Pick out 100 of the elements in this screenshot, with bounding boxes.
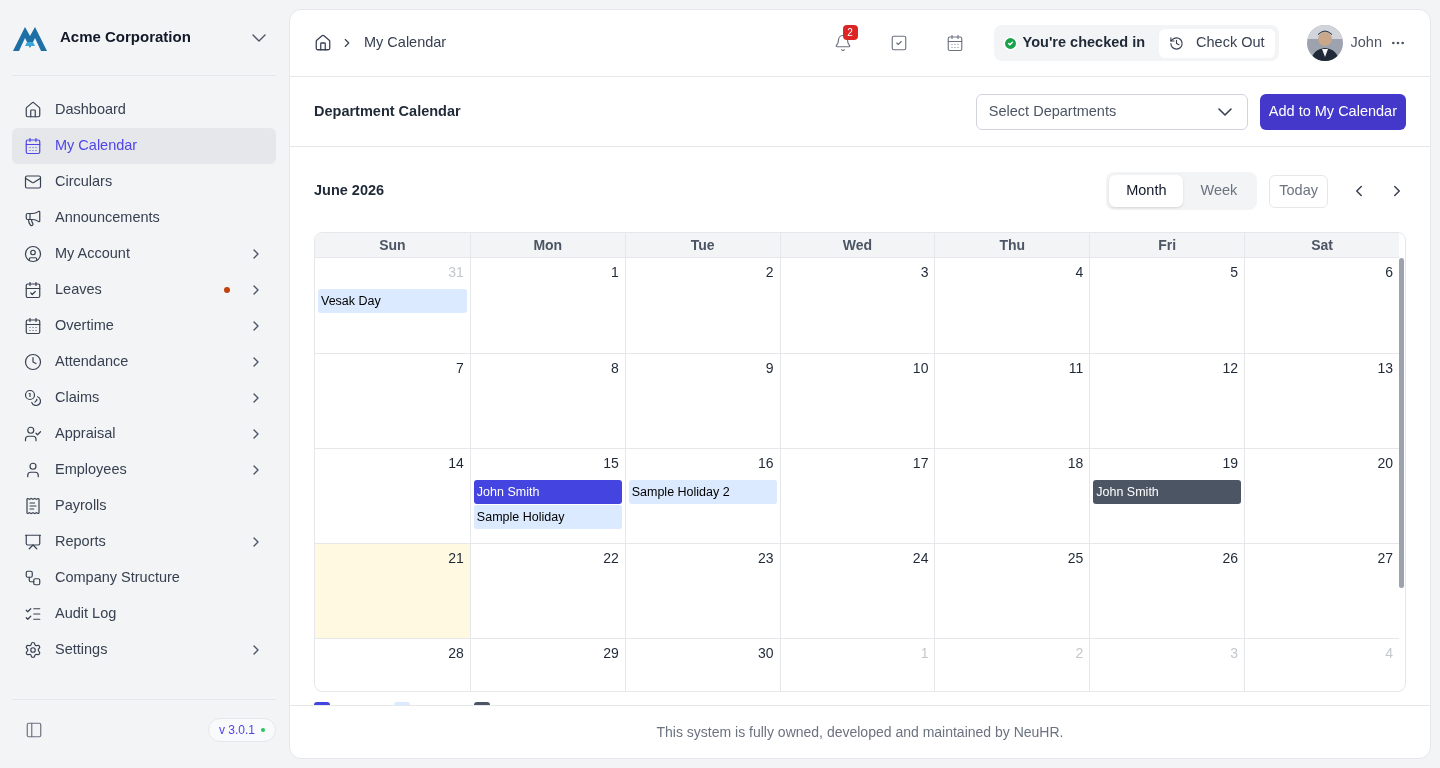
hierarchy-icon bbox=[24, 569, 42, 587]
day-number: 2 bbox=[765, 263, 775, 282]
sidebar-item[interactable]: Appraisal bbox=[12, 416, 276, 452]
today-button[interactable]: Today bbox=[1269, 174, 1328, 208]
day-cell[interactable]: 2 bbox=[624, 258, 780, 353]
sidebar-item[interactable]: Leaves bbox=[12, 272, 276, 308]
sidebar-item[interactable]: Settings bbox=[12, 632, 276, 668]
day-number: 29 bbox=[603, 644, 620, 663]
sidebar-item[interactable]: Dashboard bbox=[12, 92, 276, 128]
day-cell[interactable]: 22 bbox=[469, 544, 625, 638]
coin-icon bbox=[24, 389, 42, 407]
day-number: 31 bbox=[448, 263, 465, 282]
sidebar-item[interactable]: Claims bbox=[12, 380, 276, 416]
day-cell[interactable]: 30 bbox=[624, 639, 780, 691]
day-cell[interactable]: 24 bbox=[779, 544, 935, 638]
sidebar-item-label: My Calendar bbox=[55, 136, 138, 156]
day-cell[interactable]: 11 bbox=[934, 354, 1090, 448]
day-number: 14 bbox=[448, 454, 465, 473]
day-number: 27 bbox=[1377, 549, 1394, 568]
day-number: 15 bbox=[603, 454, 620, 473]
company-name: Acme Corporation bbox=[60, 27, 191, 48]
calendar-event[interactable]: Vesak Day bbox=[318, 289, 467, 313]
day-number: 3 bbox=[920, 263, 930, 282]
day-number: 13 bbox=[1377, 359, 1394, 378]
day-cell[interactable]: 7 bbox=[315, 354, 470, 448]
sidebar-item-label: Company Structure bbox=[55, 568, 180, 588]
sidebar-item[interactable]: Audit Log bbox=[12, 596, 276, 632]
day-cell[interactable]: 19 John Smith bbox=[1089, 449, 1245, 543]
sidebar-item-label: Announcements bbox=[55, 208, 160, 228]
task-icon[interactable] bbox=[889, 34, 908, 52]
sidebar-item[interactable]: My Account bbox=[12, 236, 276, 272]
day-cell[interactable]: 15 John Smith Sample Holiday bbox=[469, 449, 625, 543]
calendar-event[interactable]: John Smith bbox=[1093, 480, 1242, 504]
sidebar-item-label: Attendance bbox=[55, 352, 129, 372]
calendar-icon[interactable] bbox=[945, 34, 964, 52]
sidebar-item-label: Reports bbox=[55, 532, 106, 552]
day-number: 22 bbox=[603, 549, 620, 568]
chevron-down-icon bbox=[1217, 107, 1232, 116]
day-cell[interactable]: 16 Sample Holiday 2 bbox=[624, 449, 780, 543]
chevron-down-icon[interactable] bbox=[252, 33, 266, 42]
home-icon[interactable] bbox=[314, 34, 332, 52]
sidebar-item-label: Dashboard bbox=[55, 100, 126, 120]
sidebar-item[interactable]: My Calendar bbox=[12, 128, 276, 164]
version-badge: v 3.0.1 bbox=[207, 717, 276, 742]
calendar-event[interactable]: Sample Holiday 2 bbox=[628, 480, 777, 504]
department-select[interactable]: Select Departments bbox=[975, 93, 1248, 130]
weekday-header: Mon bbox=[469, 233, 625, 257]
user-icon bbox=[24, 461, 42, 479]
scrollbar-thumb[interactable] bbox=[1399, 258, 1404, 588]
view-tab[interactable]: Month bbox=[1109, 175, 1184, 207]
check-out-button[interactable]: Check Out bbox=[1159, 28, 1275, 58]
day-cell[interactable]: 26 bbox=[1089, 544, 1245, 638]
day-cell[interactable]: 18 bbox=[934, 449, 1090, 543]
weekday-header: Fri bbox=[1089, 233, 1245, 257]
weekday-header: Wed bbox=[779, 233, 935, 257]
footer-text: This system is fully owned, developed and maintained by NeuHR. bbox=[656, 722, 1064, 742]
sidebar-toggle-icon[interactable] bbox=[25, 720, 43, 739]
day-cell[interactable]: 1 bbox=[469, 258, 625, 353]
day-cell[interactable]: 23 bbox=[624, 544, 780, 638]
day-cell[interactable]: 14 bbox=[315, 449, 470, 543]
day-number: 3 bbox=[1230, 644, 1240, 663]
day-cell[interactable]: 10 bbox=[779, 354, 935, 448]
user-check-icon bbox=[24, 425, 42, 443]
day-cell[interactable]: 25 bbox=[934, 544, 1090, 638]
add-to-calendar-button[interactable]: Add to My Calendar bbox=[1259, 93, 1406, 130]
calendar-event[interactable]: John Smith bbox=[473, 480, 622, 504]
sidebar-item-label: Audit Log bbox=[55, 604, 117, 624]
day-cell[interactable]: 31 Vesak Day bbox=[315, 258, 470, 353]
sidebar-item[interactable]: Payrolls bbox=[12, 488, 276, 524]
day-cell[interactable]: 17 bbox=[779, 449, 935, 543]
day-cell[interactable]: 9 bbox=[624, 354, 780, 448]
sidebar-item[interactable]: Announcements bbox=[12, 200, 276, 236]
day-number: 4 bbox=[1385, 644, 1394, 663]
day-number: 24 bbox=[912, 549, 930, 568]
day-number: 1 bbox=[610, 263, 620, 282]
sidebar-item[interactable]: Attendance bbox=[12, 344, 276, 380]
sidebar-item-label: Employees bbox=[55, 460, 127, 480]
day-cell[interactable]: 5 bbox=[1089, 258, 1245, 353]
sidebar-item[interactable]: Overtime bbox=[12, 308, 276, 344]
day-cell[interactable]: 8 bbox=[469, 354, 625, 448]
view-tab[interactable]: Week bbox=[1183, 175, 1255, 207]
sidebar-item-label: Settings bbox=[55, 640, 108, 660]
sidebar-item[interactable]: Employees bbox=[12, 452, 276, 488]
day-cell[interactable]: 3 bbox=[779, 258, 935, 353]
sidebar-item-label: Circulars bbox=[55, 172, 113, 192]
check-circle-icon bbox=[1002, 35, 1018, 51]
day-cell[interactable]: 21 bbox=[315, 544, 470, 638]
day-cell[interactable]: 28 bbox=[315, 639, 470, 691]
sidebar-item[interactable]: Company Structure bbox=[12, 560, 276, 596]
day-number: 20 bbox=[1377, 454, 1394, 473]
sidebar-item[interactable]: Circulars bbox=[12, 164, 276, 200]
weekday-header: Thu bbox=[934, 233, 1090, 257]
day-number: 19 bbox=[1222, 454, 1240, 473]
day-number: 17 bbox=[912, 454, 930, 473]
bell-icon[interactable] bbox=[833, 34, 852, 52]
day-cell[interactable]: 12 bbox=[1089, 354, 1245, 448]
month-title: June 2026 bbox=[314, 181, 385, 201]
calendar-event[interactable]: Sample Holiday bbox=[473, 505, 622, 529]
sidebar-item[interactable]: Reports bbox=[12, 524, 276, 560]
day-cell[interactable]: 4 bbox=[934, 258, 1090, 353]
